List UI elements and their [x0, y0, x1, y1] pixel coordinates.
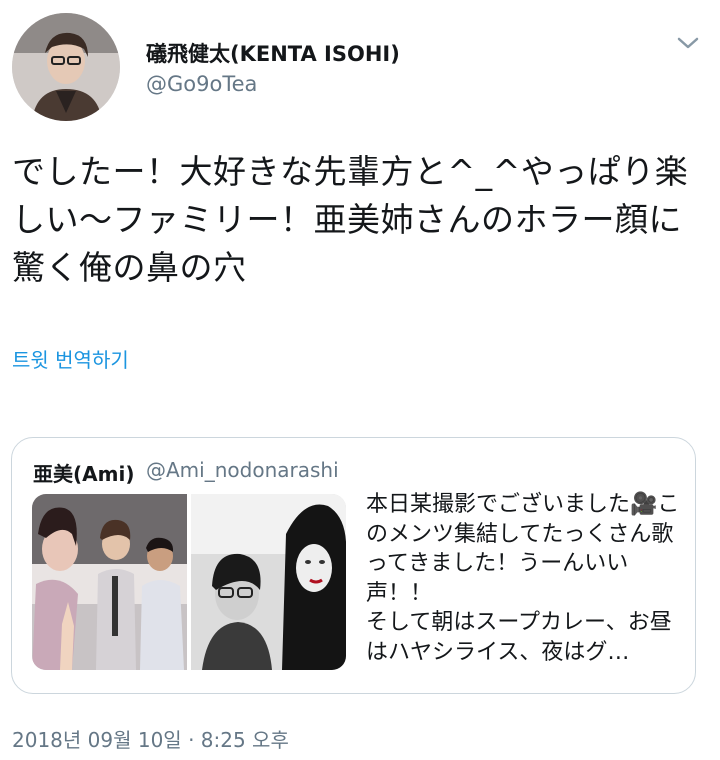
quoted-tweet-card[interactable]: 亜美(Ami) @Ami_nodonarashi 本日某撮影でございました🎥この… [11, 437, 696, 694]
avatar-photo [12, 13, 120, 121]
quoted-handle: @Ami_nodonarashi [146, 458, 339, 482]
quoted-display-name: 亜美(Ami) [33, 462, 135, 486]
tweet-text: でしたー！大好きな先輩方と^_^やっぱり楽しい〜ファミリー！亜美姉さんのホラー顔… [12, 152, 689, 287]
author-avatar[interactable] [12, 13, 120, 121]
translate-tweet-link[interactable]: 트윗 번역하기 [12, 344, 129, 373]
quoted-photos [32, 494, 346, 670]
chevron-down-icon[interactable] [676, 34, 700, 52]
quoted-text-line: 本日某撮影でございました🎥このメンツ集結してたっくさん歌ってきました！うーんいい… [366, 492, 680, 665]
tweet-timestamp[interactable]: 2018년 09월 10일 · 8:25 오후 [12, 724, 289, 753]
author-handle[interactable]: @Go9oTea [146, 72, 257, 96]
quoted-text: 本日某撮影でございました🎥このメンツ集結してたっくさん歌ってきました！うーんいい… [366, 490, 686, 667]
quoted-media[interactable] [32, 494, 346, 670]
author-display-name[interactable]: 礒飛健太(KENTA ISOHI) [146, 38, 400, 68]
